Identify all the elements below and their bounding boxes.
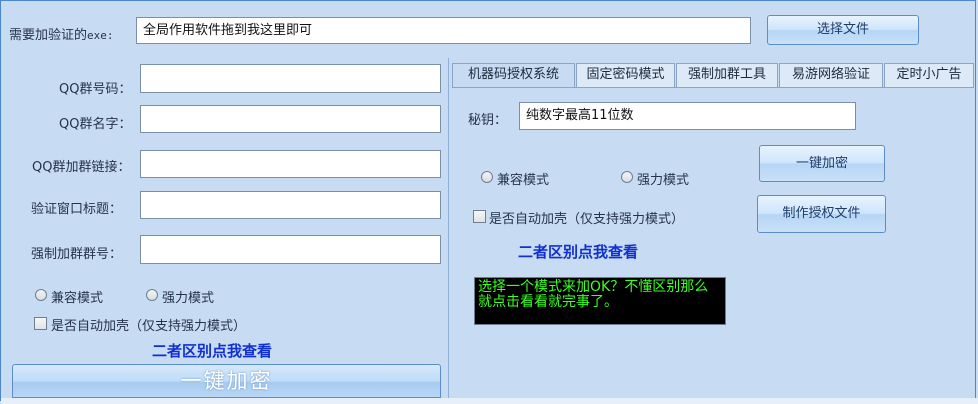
- qq-group-number-input[interactable]: [140, 64, 441, 93]
- secret-key-label: 秘钥：: [468, 113, 508, 128]
- right-encrypt-button[interactable]: 一键加密: [759, 145, 885, 182]
- left-strong-label: 强力模式: [162, 291, 215, 306]
- tab-force-join[interactable]: 强制加群工具: [676, 63, 778, 87]
- make-license-button[interactable]: 制作授权文件: [757, 195, 886, 233]
- left-auto-pack-label: 是否自动加壳（仅支持强力模式）: [51, 319, 247, 334]
- main-window: 需要加验证的exe: 全局作用软件拖到我这里即可 选择文件 QQ群号码： QQ群…: [0, 0, 978, 404]
- right-difference-link[interactable]: 二者区别点我查看: [518, 241, 638, 262]
- left-strong-radio[interactable]: [146, 289, 158, 301]
- qq-group-name-input[interactable]: [140, 105, 441, 133]
- force-join-group-label: 强制加群群号：: [31, 247, 123, 262]
- force-join-group-input[interactable]: [140, 235, 441, 264]
- bottom-strip: [1, 398, 978, 404]
- left-compatible-radio[interactable]: [35, 289, 47, 301]
- select-file-button[interactable]: 选择文件: [767, 15, 919, 45]
- exe-path-input[interactable]: 全局作用软件拖到我这里即可: [136, 17, 751, 44]
- right-strong-label: 强力模式: [637, 173, 690, 188]
- qq-group-number-label: QQ群号码：: [59, 82, 132, 97]
- left-compatible-label: 兼容模式: [51, 291, 104, 306]
- secret-key-input[interactable]: 纯数字最高11位数: [519, 102, 856, 130]
- verify-window-title-label: 验证窗口标题：: [31, 202, 123, 217]
- tab-fixed-password[interactable]: 固定密码模式: [576, 63, 675, 87]
- tab-yiyou-verify[interactable]: 易游网络验证: [779, 63, 883, 87]
- right-strong-radio[interactable]: [621, 171, 633, 183]
- qq-join-link-input[interactable]: [140, 150, 441, 178]
- tab-timed-ad[interactable]: 定时小广告: [884, 63, 974, 87]
- left-encrypt-button[interactable]: 一键加密: [12, 364, 441, 398]
- left-auto-pack-checkbox[interactable]: [34, 317, 47, 330]
- right-auto-pack-label: 是否自动加壳（仅支持强力模式）: [489, 212, 685, 227]
- panel-divider: [448, 58, 449, 398]
- right-compatible-radio[interactable]: [481, 171, 493, 183]
- right-auto-pack-checkbox[interactable]: [473, 210, 486, 223]
- exe-label: 需要加验证的exe:: [9, 28, 114, 43]
- status-console: 选择一个模式来加OK？不懂区别那么就点击看看就完事了。: [474, 277, 726, 325]
- qq-group-name-label: QQ群名字：: [59, 117, 132, 132]
- right-compatible-label: 兼容模式: [497, 173, 550, 188]
- qq-join-link-label: QQ群加群链接：: [32, 160, 131, 175]
- left-difference-link[interactable]: 二者区别点我查看: [152, 340, 272, 361]
- verify-window-title-input[interactable]: [140, 191, 441, 219]
- tab-machine-code[interactable]: 机器码授权系统: [452, 63, 575, 88]
